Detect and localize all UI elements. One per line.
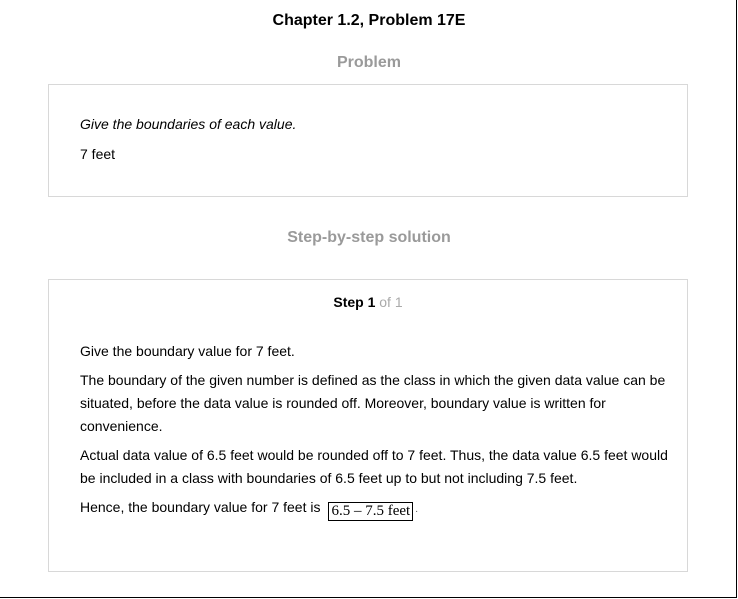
- conclusion-text: Hence, the boundary value for 7 feet is: [80, 499, 321, 515]
- chapter-title: Chapter 1.2, Problem 17E: [272, 12, 466, 29]
- problem-value: 7 feet: [80, 146, 116, 162]
- step-count: of 1: [375, 294, 403, 310]
- step-paragraph: The boundary of the given number is defi…: [80, 372, 666, 434]
- problem-prompt: Give the boundaries of each value.: [80, 116, 297, 132]
- problem-card: Give the boundaries of each value. 7 fee…: [48, 84, 688, 197]
- solution-card: Step 1 of 1 Give the boundary value for …: [48, 279, 688, 572]
- solution-heading: Step-by-step solution: [287, 229, 451, 246]
- answer-end-mark: .: [415, 504, 418, 515]
- step-header: Step 1 of 1: [49, 294, 687, 310]
- step-paragraph: Give the boundary value for 7 feet.: [80, 343, 295, 359]
- step-paragraph: Actual data value of 6.5 feet would be r…: [80, 447, 668, 486]
- step-conclusion: Hence, the boundary value for 7 feet is 6…: [80, 496, 670, 521]
- step-body: Give the boundary value for 7 feet. The …: [80, 340, 670, 527]
- step-label: Step 1: [333, 294, 376, 310]
- answer-box: 6.5 – 7.5 feet: [328, 502, 414, 521]
- problem-heading: Problem: [336, 54, 401, 71]
